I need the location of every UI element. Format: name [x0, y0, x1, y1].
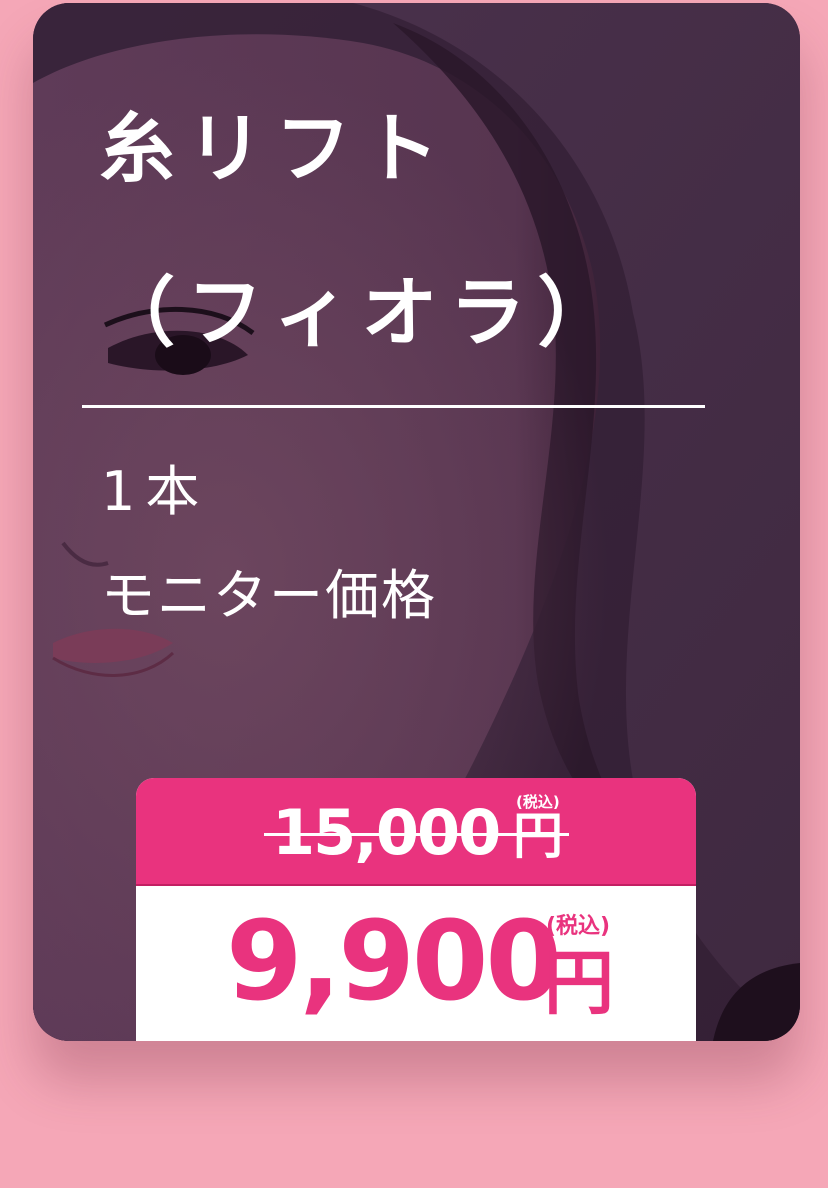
strikethrough-line	[264, 833, 569, 836]
divider	[82, 405, 705, 408]
price-box: 15,000 (税込) 円 9,900 (税込) 円	[136, 778, 696, 1041]
price-separator	[136, 884, 696, 886]
sale-price-yen: 円	[544, 942, 614, 1024]
sale-price-amount: 9,900	[226, 897, 562, 1025]
treatment-title-line-1: 糸リフト	[99, 104, 451, 193]
original-price-bar: 15,000 (税込) 円	[136, 778, 696, 884]
quantity-label: 1本	[101, 460, 210, 523]
treatment-card[interactable]: 糸リフト （フィオラ） 1本 モニター価格 15,000 (税込) 円 9,90…	[33, 3, 800, 1041]
treatment-title-line-2: （フィオラ）	[99, 268, 626, 357]
monitor-price-label: モニター価格	[101, 564, 437, 627]
original-price-yen: 円	[513, 807, 563, 865]
sale-price-tax-label: (税込)	[546, 914, 611, 939]
